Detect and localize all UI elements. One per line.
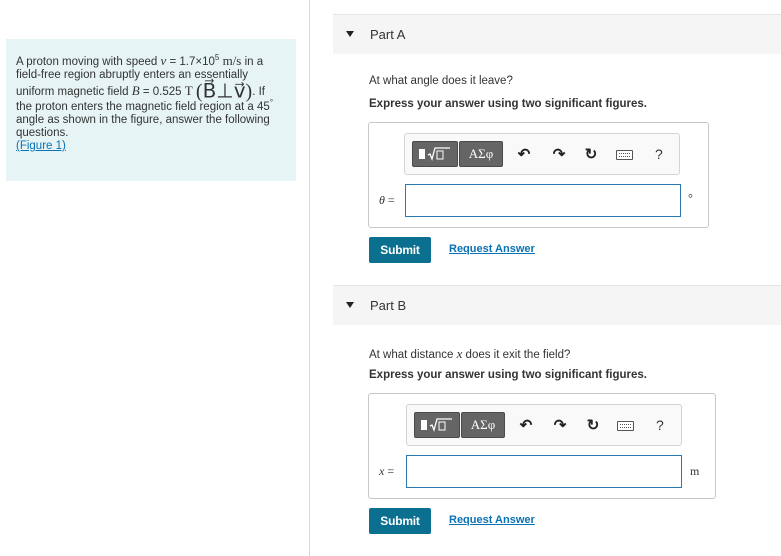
undo-icon[interactable]: ↶ bbox=[517, 416, 535, 434]
problem-line-6: questions. bbox=[16, 127, 69, 139]
part-b-answer-input[interactable] bbox=[406, 455, 682, 488]
greek-symbols-button[interactable]: ΑΣφ bbox=[459, 141, 503, 167]
panel-divider bbox=[309, 0, 310, 556]
part-a-answer-input[interactable] bbox=[405, 184, 681, 217]
problem-text: uniform magnetic field bbox=[16, 86, 132, 98]
part-b-request-answer-link[interactable]: Request Answer bbox=[449, 514, 535, 526]
part-a-question: At what angle does it leave? bbox=[369, 75, 513, 87]
problem-text: A proton moving with speed bbox=[16, 56, 161, 68]
speed-value: = 1.7×10 bbox=[166, 56, 215, 68]
help-icon[interactable]: ? bbox=[656, 417, 664, 433]
problem-text: the proton enters the magnetic field reg… bbox=[16, 101, 270, 113]
templates-icon bbox=[417, 146, 453, 162]
equals-sign: = bbox=[384, 464, 395, 478]
part-a-unit: ° bbox=[688, 191, 693, 205]
undo-icon[interactable]: ↶ bbox=[515, 145, 533, 163]
redo-icon[interactable]: ↷ bbox=[551, 416, 569, 434]
part-a-header[interactable]: Part A bbox=[333, 14, 781, 54]
field-value: = 0.525 bbox=[139, 86, 185, 98]
problem-line-4: the proton enters the magnetic field reg… bbox=[16, 98, 286, 114]
problem-line-3: uniform magnetic field B = 0.525 T (B⃗⊥v… bbox=[16, 81, 286, 101]
speed-unit: m/s bbox=[219, 53, 242, 68]
problem-text: . If bbox=[252, 86, 265, 98]
templates-button[interactable] bbox=[412, 141, 458, 167]
part-a-toolbar: ΑΣφ ↶ ↷ ↻ ? bbox=[404, 133, 680, 175]
keyboard-icon[interactable] bbox=[616, 150, 633, 160]
degree-symbol: ° bbox=[269, 98, 274, 108]
question-text: At what distance bbox=[369, 349, 457, 361]
problem-text: in a bbox=[241, 56, 264, 68]
part-b-instruction: Express your answer using two significan… bbox=[369, 369, 647, 381]
part-b-submit-button[interactable]: Submit bbox=[369, 508, 431, 534]
part-a-variable-label: θ = bbox=[379, 193, 395, 208]
part-a-answer-box: ΑΣφ ↶ ↷ ↻ ? θ = ° bbox=[368, 122, 709, 228]
part-a-request-answer-link[interactable]: Request Answer bbox=[449, 243, 535, 255]
field-unit: T bbox=[184, 83, 193, 98]
field-variable: B bbox=[131, 83, 140, 98]
collapse-triangle-icon[interactable] bbox=[346, 31, 354, 37]
part-b-answer-box: ΑΣφ ↶ ↷ ↻ ? x = m bbox=[368, 393, 716, 499]
problem-statement: A proton moving with speed v = 1.7×105 m… bbox=[6, 39, 296, 181]
part-a-submit-button[interactable]: Submit bbox=[369, 237, 431, 263]
part-a-instruction: Express your answer using two significan… bbox=[369, 98, 647, 110]
collapse-triangle-icon[interactable] bbox=[346, 302, 354, 308]
figure-link[interactable]: (Figure 1) bbox=[16, 140, 66, 152]
problem-line-5: angle as shown in the figure, answer the… bbox=[16, 114, 270, 126]
part-b-toolbar: ΑΣφ ↶ ↷ ↻ ? bbox=[406, 404, 682, 446]
question-text: does it exit the field? bbox=[462, 349, 571, 361]
reset-icon[interactable]: ↻ bbox=[582, 145, 600, 163]
templates-button[interactable] bbox=[414, 412, 460, 438]
part-b-title: Part B bbox=[370, 298, 407, 313]
part-b-unit: m bbox=[690, 464, 700, 478]
perpendicular-condition: (B⃗⊥v⃗) bbox=[195, 80, 253, 103]
redo-icon[interactable]: ↷ bbox=[550, 145, 568, 163]
part-b-variable-label: x = bbox=[379, 464, 394, 479]
part-a-title: Part A bbox=[370, 27, 406, 42]
templates-icon bbox=[419, 417, 455, 433]
problem-line-1: A proton moving with speed v = 1.7×105 m… bbox=[16, 54, 286, 69]
part-b-header[interactable]: Part B bbox=[333, 285, 781, 325]
help-icon[interactable]: ? bbox=[655, 146, 663, 162]
part-b-question: At what distance x does it exit the fiel… bbox=[369, 346, 570, 362]
reset-icon[interactable]: ↻ bbox=[584, 416, 602, 434]
equals-sign: = bbox=[384, 193, 395, 207]
greek-symbols-button[interactable]: ΑΣφ bbox=[461, 412, 505, 438]
keyboard-icon[interactable] bbox=[617, 421, 634, 431]
